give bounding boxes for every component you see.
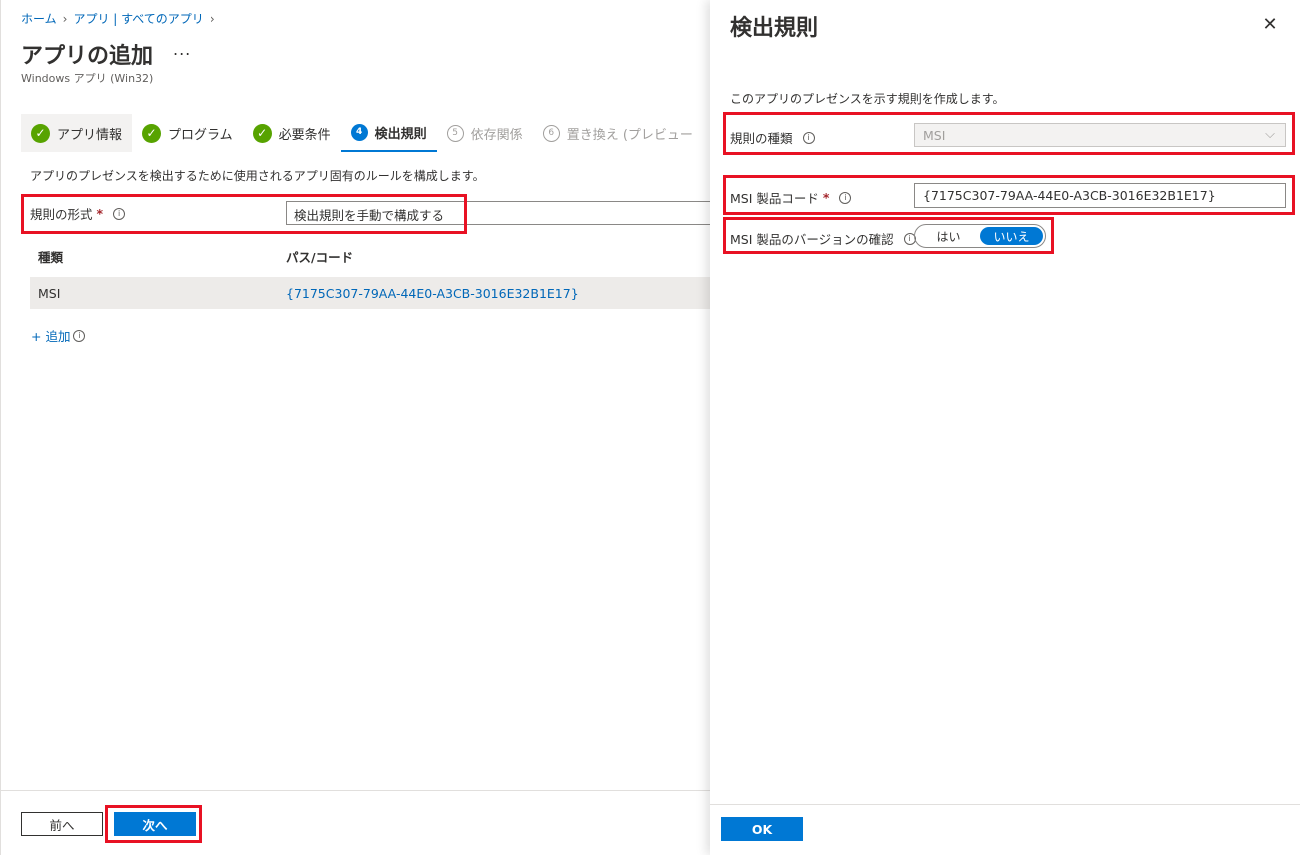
- toggle-no-option[interactable]: いいえ: [980, 227, 1043, 245]
- step-label: 検出規則: [374, 126, 427, 142]
- step-requirements[interactable]: ✓ 必要条件: [243, 114, 341, 152]
- rule-type-dropdown[interactable]: MSI ⌵: [914, 123, 1286, 147]
- rules-table-header: 種類 パス/コード: [30, 236, 711, 276]
- rule-type-text: 規則の種類: [730, 131, 793, 146]
- step-label: プログラム: [168, 127, 233, 143]
- panel-title: 検出規則: [730, 16, 819, 41]
- step-app-info[interactable]: ✓ アプリ情報: [21, 114, 133, 152]
- required-mark: *: [822, 190, 830, 205]
- msi-code-text: MSI 製品コード: [730, 191, 819, 206]
- panel-footer: OK: [710, 804, 1300, 855]
- step-supersedence[interactable]: 6 置き換え (プレビュー: [533, 114, 703, 152]
- row-code-link[interactable]: {7175C307-79AA-44E0-A3CB-3016E32B1E17}: [286, 286, 711, 301]
- msi-product-code-input[interactable]: [914, 183, 1286, 208]
- rule-type-label: 規則の種類 i: [730, 128, 815, 147]
- toggle-yes-option[interactable]: はい: [917, 227, 980, 245]
- breadcrumb: ホーム › アプリ | すべてのアプリ ›: [21, 10, 215, 27]
- info-icon[interactable]: i: [802, 131, 815, 144]
- breadcrumb-home-link[interactable]: ホーム: [21, 10, 57, 27]
- add-rule-text: + 追加: [31, 329, 71, 344]
- rule-format-dropdown[interactable]: 検出規則を手動で構成する: [286, 201, 711, 225]
- required-mark: *: [96, 206, 104, 221]
- detection-rule-panel: 検出規則 ✕ このアプリのプレゼンスを示す規則を作成します。 規則の種類 i M…: [710, 0, 1300, 855]
- page-title: アプリの追加: [21, 44, 154, 69]
- step-number-badge: 6: [542, 124, 560, 142]
- chevron-right-icon: ›: [62, 11, 68, 26]
- rule-type-value: MSI: [923, 128, 946, 143]
- step-label: 依存関係: [470, 127, 523, 143]
- chevron-right-icon: ›: [209, 11, 215, 26]
- step-detection-rules[interactable]: 4 検出規則: [340, 114, 437, 152]
- main-blade: ホーム › アプリ | すべてのアプリ › アプリの追加 ... Windows…: [0, 0, 711, 855]
- rule-format-label: 規則の形式 * i: [30, 204, 126, 223]
- table-row[interactable]: MSI {7175C307-79AA-44E0-A3CB-3016E32B1E1…: [30, 277, 711, 309]
- step-number-badge: 4: [350, 123, 368, 141]
- info-icon[interactable]: i: [839, 191, 852, 204]
- column-header-path-code: パス/コード: [286, 249, 354, 265]
- column-header-type: 種類: [38, 249, 64, 265]
- info-icon[interactable]: i: [113, 207, 126, 220]
- more-options-button[interactable]: ...: [173, 40, 191, 59]
- checkmark-icon: ✓: [142, 123, 162, 143]
- info-icon[interactable]: i: [73, 329, 86, 342]
- previous-button[interactable]: 前へ: [21, 812, 103, 836]
- msi-version-label: MSI 製品のバージョンの確認 i: [730, 229, 916, 248]
- chevron-down-icon: ⌵: [1265, 127, 1275, 142]
- msi-version-toggle[interactable]: はい いいえ: [914, 224, 1046, 248]
- msi-code-label: MSI 製品コード * i: [730, 188, 852, 207]
- step-label: 置き換え (プレビュー: [566, 127, 693, 143]
- row-type: MSI: [38, 285, 61, 301]
- close-icon[interactable]: ✕: [1260, 14, 1280, 35]
- checkmark-icon: ✓: [31, 123, 50, 143]
- step-label: 必要条件: [278, 127, 331, 143]
- blade-footer: [1, 790, 711, 855]
- wizard-steps: ✓ アプリ情報 ✓ プログラム ✓ 必要条件 4 検出規則 5 依存関係 6 置…: [21, 114, 711, 152]
- step-label: アプリ情報: [57, 127, 123, 143]
- panel-description: このアプリのプレゼンスを示す規則を作成します。: [730, 92, 1005, 106]
- add-rule-link[interactable]: + 追加 i: [31, 326, 86, 345]
- rule-format-text: 規則の形式: [30, 207, 93, 222]
- section-description: アプリのプレゼンスを検出するために使用されるアプリ固有のルールを構成します。: [30, 169, 485, 183]
- page-subtitle: Windows アプリ (Win32): [21, 72, 154, 85]
- next-button[interactable]: 次へ: [114, 812, 196, 836]
- step-dependencies[interactable]: 5 依存関係: [437, 114, 533, 152]
- ok-button[interactable]: OK: [721, 817, 803, 841]
- step-number-badge: 5: [446, 124, 464, 142]
- msi-version-text: MSI 製品のバージョンの確認: [730, 232, 894, 247]
- checkmark-icon: ✓: [252, 123, 272, 143]
- step-program[interactable]: ✓ プログラム: [132, 114, 243, 152]
- breadcrumb-apps-link[interactable]: アプリ | すべてのアプリ: [73, 10, 203, 27]
